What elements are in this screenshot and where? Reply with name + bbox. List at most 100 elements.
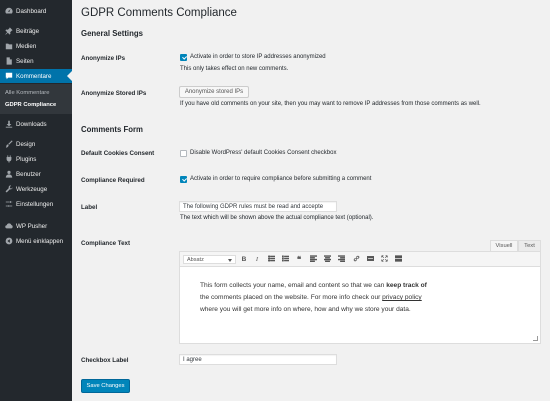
- compliance-required-checkbox-label[interactable]: Activate in order to require compliance …: [190, 176, 371, 182]
- editor-content[interactable]: This form collects your name, email and …: [200, 280, 530, 316]
- horizontal-line-button[interactable]: [365, 255, 375, 264]
- toolbar-toggle-button[interactable]: [393, 255, 403, 264]
- checkbox-label-input[interactable]: I agree: [179, 354, 337, 365]
- compliance-text-label: Compliance Text: [81, 240, 131, 247]
- sidebar-item-label: Seiten: [16, 57, 34, 65]
- toolbar-toggle-icon: [394, 255, 402, 264]
- fullscreen-button[interactable]: [379, 255, 389, 264]
- main-content: GDPR Comments Compliance General Setting…: [72, 0, 550, 401]
- align-left-icon: [309, 255, 317, 264]
- sidebar-collapse-menu[interactable]: Menü einklappen: [0, 234, 72, 248]
- compliance-text-editor[interactable]: Absatz B I ❝ This form collects your nam…: [179, 251, 541, 344]
- sidebar-item-plugins[interactable]: Plugins: [0, 152, 72, 166]
- section-title-general: General Settings: [81, 29, 143, 38]
- privacy-policy-link[interactable]: privacy policy: [382, 294, 422, 301]
- editor-line: the comments placed on the website. For …: [200, 292, 530, 304]
- sidebar-item-seiten[interactable]: Seiten: [0, 54, 72, 68]
- bullet-list-icon: [267, 255, 275, 264]
- compliance-required-label: Compliance Required: [81, 177, 145, 184]
- bold-icon: B: [241, 256, 247, 263]
- plugin-icon: [4, 155, 13, 164]
- download-icon: [4, 120, 13, 129]
- tab-text[interactable]: Text: [518, 240, 541, 251]
- numbered-list-icon: [281, 255, 289, 264]
- sidebar-item-label: Benutzer: [16, 170, 41, 178]
- cloud-icon: [4, 222, 13, 231]
- media-icon: [4, 42, 13, 51]
- anonymize-stored-description: If you have old comments on your site, t…: [180, 101, 481, 107]
- format-select[interactable]: Absatz: [183, 255, 236, 264]
- checkbox-label-label: Checkbox Label: [81, 357, 129, 364]
- sidebar-item-label: Beiträge: [16, 27, 40, 35]
- collapse-icon: [4, 237, 13, 246]
- sidebar-item-downloads[interactable]: Downloads: [0, 117, 72, 131]
- submenu-item-gdpr-compliance[interactable]: GDPR Compliance: [5, 102, 56, 108]
- default-cookies-label: Default Cookies Consent: [81, 150, 155, 157]
- anonymize-ips-label: Anonymize IPs: [81, 55, 126, 62]
- comment-icon: [4, 72, 13, 81]
- align-right-button[interactable]: [336, 255, 346, 264]
- align-left-button[interactable]: [308, 255, 318, 264]
- editor-line: where you will get more info on where, h…: [200, 304, 530, 316]
- sidebar-item-label: Plugins: [16, 155, 37, 163]
- label-field-description: The text which will be shown above the a…: [180, 215, 374, 221]
- anonymize-stored-label: Anonymize Stored IPs: [81, 90, 147, 97]
- sidebar-item-wp-pusher[interactable]: WP Pusher: [0, 219, 72, 233]
- compliance-required-checkbox[interactable]: [180, 176, 187, 183]
- sidebar-item-einstellungen[interactable]: Einstellungen: [0, 197, 72, 211]
- anonymize-ips-checkbox-label[interactable]: Activate in order to store IP addresses …: [190, 54, 326, 60]
- page-scrollbar[interactable]: [546, 0, 550, 401]
- horizontal-line-icon: [366, 255, 374, 264]
- section-title-comments-form: Comments Form: [81, 125, 143, 134]
- page-icon: [4, 57, 13, 66]
- insert-link-button[interactable]: [351, 255, 361, 264]
- sidebar-item-label: Downloads: [16, 120, 47, 128]
- bold-button[interactable]: B: [239, 255, 249, 264]
- editor-line: This form collects your name, email and …: [200, 280, 530, 292]
- default-cookies-checkbox-label[interactable]: Disable WordPress' default Cookies Conse…: [190, 150, 336, 156]
- sidebar-item-dashboard[interactable]: Dashboard: [0, 4, 72, 18]
- sidebar-item-design[interactable]: Design: [0, 137, 72, 151]
- sidebar-item-benutzer[interactable]: Benutzer: [0, 167, 72, 181]
- sidebar-item-label: Dashboard: [16, 7, 47, 15]
- anonymize-ips-checkbox[interactable]: [180, 54, 187, 61]
- italic-button[interactable]: I: [252, 255, 262, 264]
- save-changes-button[interactable]: Save Changes: [81, 379, 130, 393]
- settings-icon: [4, 200, 13, 209]
- blockquote-icon: ❝: [296, 255, 302, 264]
- label-field-label: Label: [81, 204, 98, 211]
- editor-text: the comments placed on the website. For …: [200, 294, 383, 301]
- sidebar-item-label: Medien: [16, 42, 37, 50]
- comments-submenu: Alle Kommentare GDPR Compliance: [0, 84, 72, 114]
- editor-resize-handle[interactable]: [533, 336, 538, 341]
- align-center-button[interactable]: [322, 255, 332, 264]
- dashboard-icon: [4, 7, 13, 16]
- sidebar-item-werkzeuge[interactable]: Werkzeuge: [0, 182, 72, 196]
- submenu-item-all-comments[interactable]: Alle Kommentare: [5, 90, 49, 96]
- blockquote-button[interactable]: ❝: [294, 255, 304, 264]
- wrench-icon: [4, 185, 13, 194]
- editor-text: This form collects your name, email and …: [200, 282, 387, 289]
- numbered-list-button[interactable]: [280, 255, 290, 264]
- sidebar-item-medien[interactable]: Medien: [0, 39, 72, 53]
- sidebar-item-label: Kommentare: [16, 72, 52, 80]
- sidebar-item-label: Menü einklappen: [16, 237, 64, 245]
- default-cookies-checkbox[interactable]: [180, 150, 187, 157]
- fullscreen-icon: [380, 255, 388, 264]
- sidebar-item-label: Werkzeuge: [16, 185, 48, 193]
- label-input[interactable]: The following GDPR rules must be read an…: [179, 201, 337, 212]
- sidebar-item-label: Design: [16, 140, 36, 148]
- sidebar-item-kommentare[interactable]: Kommentare: [0, 69, 72, 83]
- italic-icon: I: [255, 256, 259, 263]
- tab-visual[interactable]: Visuell: [490, 240, 518, 251]
- pin-icon: [4, 27, 13, 36]
- sidebar-item-label: WP Pusher: [16, 222, 48, 230]
- user-icon: [4, 170, 13, 179]
- sidebar-item-beitraege[interactable]: Beiträge: [0, 24, 72, 38]
- bullet-list-button[interactable]: [266, 255, 276, 264]
- format-select-value: Absatz: [187, 256, 204, 263]
- chevron-down-icon: [228, 258, 232, 262]
- editor-text: where you will get more info on where, h…: [200, 306, 411, 313]
- page-title: GDPR Comments Compliance: [81, 7, 237, 19]
- anonymize-stored-button[interactable]: Anonymize stored IPs: [179, 86, 249, 98]
